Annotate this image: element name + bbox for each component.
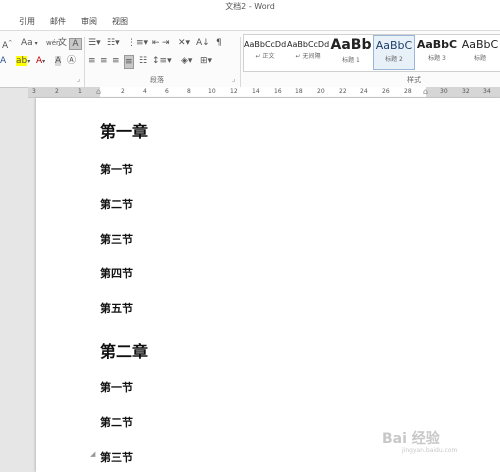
font-dialog-launcher-icon[interactable]: ⌟ <box>77 75 80 83</box>
right-indent-marker-icon[interactable]: ⌂ <box>423 87 428 97</box>
ruler-number: 30 <box>440 88 448 95</box>
highlight-color-button[interactable]: ab▾ <box>16 55 30 68</box>
sort-button[interactable]: A↓ <box>196 37 210 49</box>
ruler-number: 22 <box>339 88 347 95</box>
character-shading-button[interactable]: A <box>55 55 62 67</box>
horizontal-ruler[interactable]: 3 2 1 ⌂ 2 4 6 8 10 12 14 16 18 20 22 24 … <box>28 87 500 98</box>
font-color-button[interactable]: A▾ <box>36 55 45 68</box>
heading-2-line[interactable]: 第三节 <box>100 231 133 247</box>
line-spacing-button[interactable]: ↕≡▾ <box>152 55 172 67</box>
numbering-button[interactable]: ☷▾ <box>107 37 120 49</box>
heading-2-line[interactable]: 第一节 <box>100 379 133 395</box>
style-heading-2[interactable]: AaBbC 标题 2 <box>373 35 415 70</box>
heading-1-line[interactable]: 第一章 <box>100 118 148 142</box>
baidu-watermark-url: jingyan.baidu.com <box>402 447 458 454</box>
document-page[interactable]: 第一章 第一节 第二节 第三节 第四节 第五节 第二章 第一节 第二节 ◢ 第三… <box>36 98 500 472</box>
ribbon: A^ Aa ▾ wén 文 A A ab▾ A▾ A Ⓐ ⌟ ☰▾ ☷▾ ⋮≡▾… <box>0 30 500 95</box>
shading-button[interactable]: ◈▾ <box>181 55 192 67</box>
show-formatting-button[interactable]: ¶ <box>216 37 222 49</box>
style-normal[interactable]: AaBbCcDd ↵ 正文 <box>244 35 286 70</box>
ruler-left-margin <box>28 87 100 97</box>
first-line-indent-marker-icon[interactable]: ⌂ <box>96 87 101 97</box>
style-no-spacing[interactable]: AaBbCcDd ↵ 无间隔 <box>287 35 329 70</box>
ruler-number: 34 <box>483 88 491 95</box>
ruler-number: 26 <box>382 88 390 95</box>
distributed-button[interactable]: ☷ <box>139 55 147 67</box>
heading-2-line[interactable]: 第三节 <box>100 449 133 465</box>
heading-2-line[interactable]: 第二节 <box>100 196 133 212</box>
align-left-button[interactable]: ≡ <box>88 55 96 67</box>
justify-button[interactable]: ≡ <box>124 55 134 69</box>
change-case-button[interactable]: Aa ▾ <box>21 37 38 50</box>
ruler-number: 28 <box>404 88 412 95</box>
ruler-number: 1 <box>78 88 82 95</box>
paragraph-group-label: 段落 <box>150 76 164 84</box>
heading-2-line[interactable]: 第二节 <box>100 414 133 430</box>
enclose-character-button[interactable]: A <box>69 38 82 50</box>
tab-references[interactable]: 引用 <box>19 16 35 27</box>
ruler-number: 24 <box>360 88 368 95</box>
text-effects-button[interactable]: A <box>0 55 6 67</box>
ruler-number: 12 <box>230 88 238 95</box>
chinese-layout-button[interactable]: ✕▾ <box>178 37 190 49</box>
baidu-watermark: Bai 经验 <box>382 431 440 447</box>
collapse-heading-icon[interactable]: ◢ <box>90 450 95 458</box>
align-right-button[interactable]: ≡ <box>112 55 120 67</box>
paragraph-dialog-launcher-icon[interactable]: ⌟ <box>232 75 235 83</box>
tab-view[interactable]: 视图 <box>112 16 128 27</box>
ruler-number: 20 <box>317 88 325 95</box>
window-title: 文档2 - Word <box>0 0 500 13</box>
character-border-button[interactable]: 文 <box>58 37 67 49</box>
ruler-number: 10 <box>208 88 216 95</box>
heading-1-line[interactable]: 第二章 <box>100 338 148 362</box>
enclose-char-icon[interactable]: Ⓐ <box>67 55 76 67</box>
ruler-number: 8 <box>187 88 191 95</box>
styles-group-label: 样式 <box>407 76 421 84</box>
ruler-number: 2 <box>121 88 125 95</box>
ruler-number: 16 <box>274 88 282 95</box>
decrease-indent-button[interactable]: ⇤ <box>152 37 160 49</box>
ruler-number: 14 <box>252 88 260 95</box>
ruler-number: 32 <box>462 88 470 95</box>
tab-review[interactable]: 审阅 <box>81 16 97 27</box>
heading-2-line[interactable]: 第一节 <box>100 161 133 177</box>
ribbon-tabs: 引用 邮件 审阅 视图 <box>0 13 500 30</box>
tab-mailings[interactable]: 邮件 <box>50 16 66 27</box>
style-heading-1[interactable]: AaBb 标题 1 <box>330 35 372 70</box>
ruler-number: 3 <box>32 88 36 95</box>
ruler-number: 6 <box>165 88 169 95</box>
bullets-button[interactable]: ☰▾ <box>88 37 101 49</box>
increase-indent-button[interactable]: ⇥ <box>162 37 170 49</box>
heading-2-line[interactable]: 第五节 <box>100 300 133 316</box>
style-title[interactable]: AaBbC 标题 <box>459 35 500 70</box>
font-size-grow-button[interactable]: A^ <box>2 37 12 52</box>
ruler-number: 4 <box>143 88 147 95</box>
align-center-button[interactable]: ≡ <box>100 55 108 67</box>
ruler-number: 18 <box>295 88 303 95</box>
style-heading-3[interactable]: AaBbC 标题 3 <box>416 35 458 70</box>
styles-gallery: AaBbCcDd ↵ 正文 AaBbCcDd ↵ 无间隔 AaBb 标题 1 A… <box>243 34 500 72</box>
multilevel-list-button[interactable]: ⋮≡▾ <box>127 37 148 49</box>
borders-button[interactable]: ⊞▾ <box>200 55 212 67</box>
ruler-number: 2 <box>55 88 59 95</box>
heading-2-line[interactable]: 第四节 <box>100 265 133 281</box>
